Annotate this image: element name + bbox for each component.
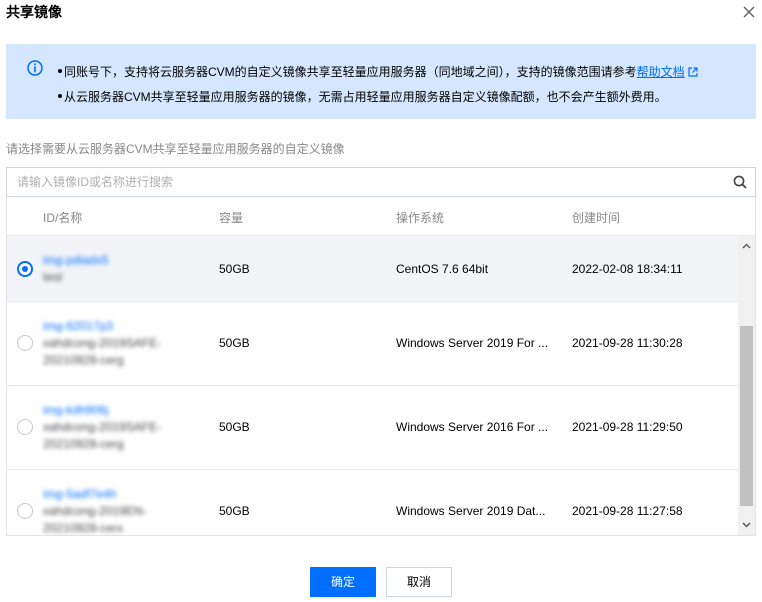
scrollbar-thumb[interactable]: [740, 326, 753, 506]
os-cell: Windows Server 2016 For ...: [396, 420, 549, 434]
notice-line-2-text: 从云服务器CVM共享至轻量应用服务器的镜像，无需占用轻量应用服务器自定义镜像配额…: [64, 90, 667, 104]
scroll-down-icon[interactable]: [742, 520, 751, 529]
table-row[interactable]: img-62017p3 xahdcong-2019SAFE- 20210928-…: [7, 302, 738, 386]
capacity-cell: 50GB: [219, 504, 250, 518]
bullet-dot: [58, 94, 62, 98]
os-cell: Windows Server 2019 For ...: [396, 336, 549, 350]
capacity-cell: 50GB: [219, 262, 250, 276]
cancel-button[interactable]: 取消: [386, 567, 452, 597]
id-name-cell: img-5adf7e4h xahdcong-2019EN- 20210928-c…: [43, 486, 146, 535]
image-name: test: [43, 270, 63, 284]
external-link-icon[interactable]: [688, 67, 698, 77]
notice-line-1-text: 同账号下，支持将云服务器CVM的自定义镜像共享至轻量应用服务器（同地域之间），支…: [64, 65, 637, 79]
search-icon[interactable]: [733, 175, 747, 189]
id-name-cell: img-pdiadx5 test: [43, 252, 108, 286]
image-id-link[interactable]: img-pdiadx5: [43, 252, 108, 269]
image-table: ID/名称 容量 操作系统 创建时间 img-pdiadx5 test 50GB…: [6, 197, 756, 536]
id-name-cell: img-kdh906j xahdcong-2019SAFE- 20210928-…: [43, 402, 161, 453]
selection-hint: 请选择需要从云服务器CVM共享至轻量应用服务器的自定义镜像: [6, 142, 345, 156]
created-time-cell: 2021-09-28 11:30:28: [572, 336, 683, 350]
image-id-link[interactable]: img-5adf7e4h: [43, 486, 146, 503]
os-cell: Windows Server 2019 Dat...: [396, 504, 546, 518]
search-input[interactable]: [7, 168, 707, 196]
close-icon[interactable]: [740, 3, 758, 21]
image-name-line2: 20210928-cerx: [43, 521, 124, 535]
scroll-up-icon[interactable]: [742, 242, 751, 251]
table-row[interactable]: img-5adf7e4h xahdcong-2019EN- 20210928-c…: [7, 470, 738, 535]
row-radio-selected[interactable]: [17, 261, 33, 277]
info-notice: 同账号下，支持将云服务器CVM的自定义镜像共享至轻量应用服务器（同地域之间），支…: [6, 44, 756, 119]
confirm-button[interactable]: 确定: [310, 567, 376, 597]
image-id-link[interactable]: img-kdh906j: [43, 402, 161, 419]
column-header-os: 操作系统: [396, 211, 445, 225]
id-name-cell: img-62017p3 xahdcong-2019SAFE- 20210928-…: [43, 318, 161, 369]
table-row[interactable]: img-pdiadx5 test 50GB CentOS 7.6 64bit 2…: [7, 236, 738, 302]
info-icon: [27, 60, 43, 76]
dialog-title: 共享镜像: [6, 4, 62, 20]
image-name: xahdcong-2019SAFE-: [43, 420, 162, 434]
bullet-dot: [58, 69, 62, 73]
capacity-cell: 50GB: [219, 336, 250, 350]
row-radio[interactable]: [17, 419, 33, 435]
row-radio[interactable]: [17, 503, 33, 519]
table-row[interactable]: img-kdh906j xahdcong-2019SAFE- 20210928-…: [7, 386, 738, 470]
notice-line-1: 同账号下，支持将云服务器CVM的自定义镜像共享至轻量应用服务器（同地域之间），支…: [58, 63, 698, 80]
column-header-created: 创建时间: [572, 211, 621, 225]
table-body: img-pdiadx5 test 50GB CentOS 7.6 64bit 2…: [7, 236, 738, 535]
image-name: xahdcong-2019EN-: [43, 504, 147, 518]
image-name-line2: 20210928-cerg: [43, 353, 124, 367]
created-time-cell: 2021-09-28 11:29:50: [572, 420, 683, 434]
column-header-capacity: 容量: [219, 211, 244, 225]
capacity-cell: 50GB: [219, 420, 250, 434]
notice-line-2: 从云服务器CVM共享至轻量应用服务器的镜像，无需占用轻量应用服务器自定义镜像配额…: [58, 88, 667, 105]
created-time-cell: 2021-09-28 11:27:58: [572, 504, 683, 518]
help-doc-link[interactable]: 帮助文档: [637, 65, 685, 79]
image-name: xahdcong-2019SAFE-: [43, 336, 162, 350]
os-cell: CentOS 7.6 64bit: [396, 262, 489, 276]
created-time-cell: 2022-02-08 18:34:11: [572, 262, 683, 276]
column-header-id-name: ID/名称: [43, 211, 83, 225]
search-box: [6, 167, 756, 197]
table-header: ID/名称 容量 操作系统 创建时间: [7, 197, 755, 236]
image-name-line2: 20210928-cerg: [43, 437, 124, 451]
image-id-link[interactable]: img-62017p3: [43, 318, 161, 335]
table-scrollbar[interactable]: [738, 236, 755, 535]
row-radio[interactable]: [17, 335, 33, 351]
